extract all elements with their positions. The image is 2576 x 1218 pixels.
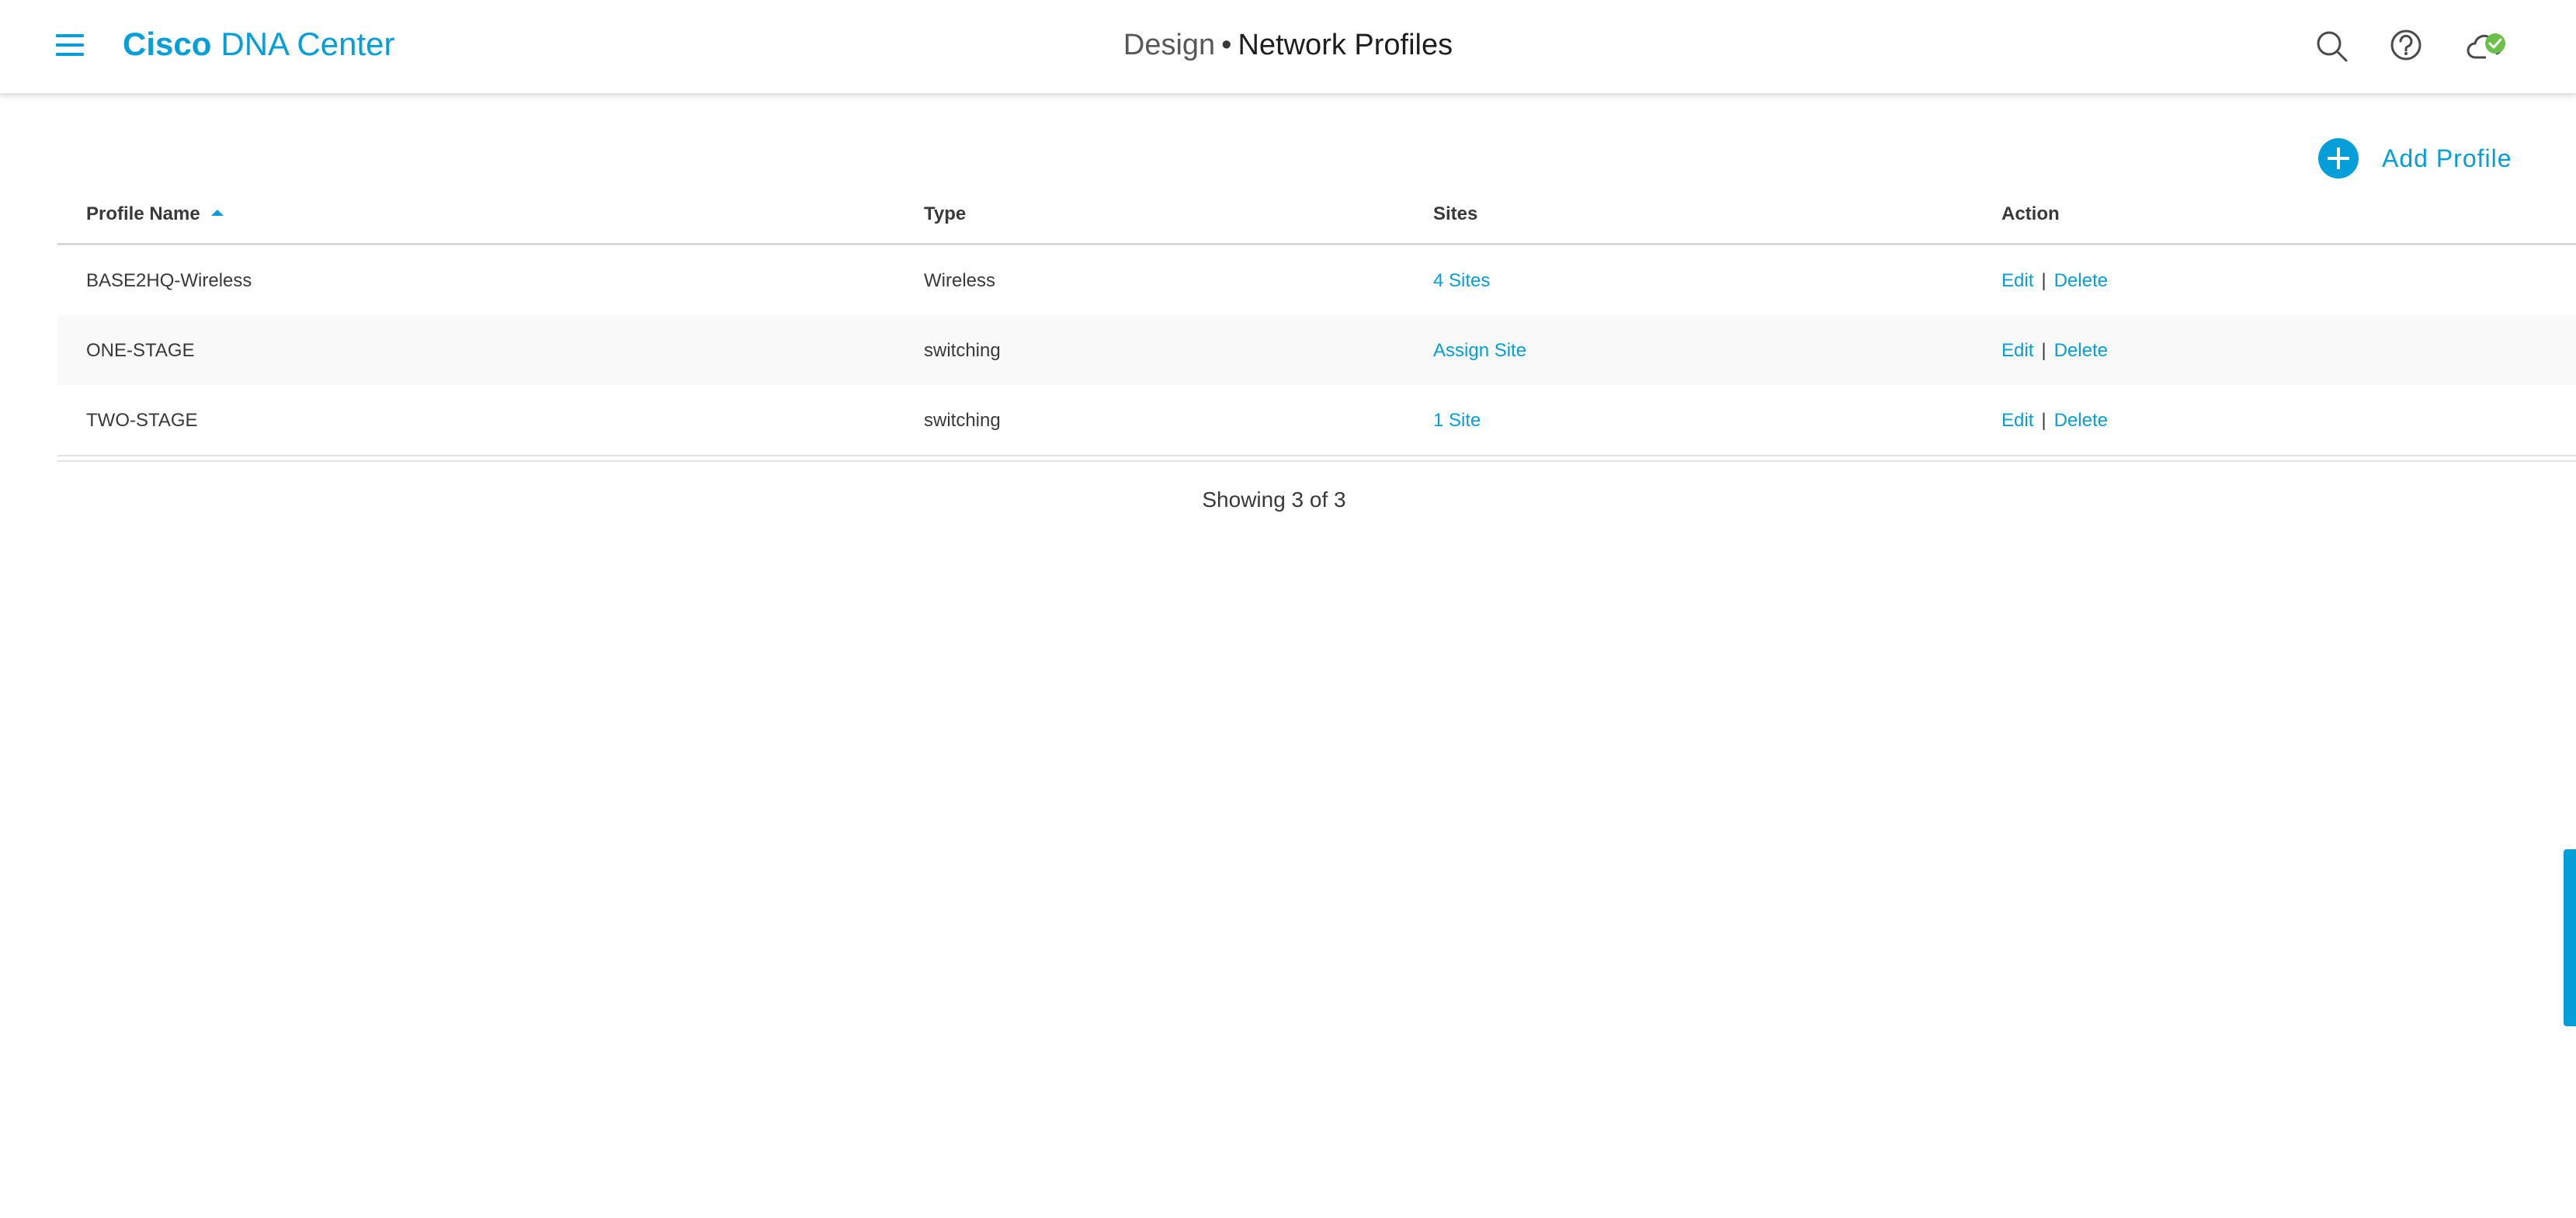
column-header-label: Profile Name: [86, 203, 200, 224]
page-title: Design • Network Profiles: [0, 29, 2576, 62]
table-row: BASE2HQ-Wireless Wireless 4 Sites Edit | D…: [57, 245, 2576, 315]
action-cell: Edit | Delete: [2001, 270, 2108, 292]
profile-name-cell: TWO-STAGE: [86, 410, 198, 431]
action-separator: |: [2041, 270, 2047, 291]
help-icon[interactable]: [2387, 28, 2425, 65]
sites-link[interactable]: 4 Sites: [1433, 270, 1490, 292]
search-icon[interactable]: [2314, 28, 2351, 65]
delete-link[interactable]: Delete: [2054, 410, 2108, 431]
sites-link[interactable]: 1 Site: [1433, 410, 1481, 432]
edit-link[interactable]: Edit: [2001, 410, 2033, 431]
type-cell: switching: [924, 340, 1001, 361]
side-panel-handle[interactable]: [2564, 849, 2576, 1026]
column-header-type[interactable]: Type: [924, 203, 966, 225]
delete-link[interactable]: Delete: [2054, 340, 2108, 361]
type-cell: switching: [924, 410, 1001, 431]
assign-site-link[interactable]: Assign Site: [1433, 340, 1526, 362]
network-profiles-table: Profile Name Type Sites Action BASE2HQ-W…: [57, 191, 2576, 462]
add-profile-button[interactable]: Add Profile: [2318, 138, 2512, 179]
delete-link[interactable]: Delete: [2054, 270, 2108, 291]
action-separator: |: [2041, 410, 2047, 431]
action-cell: Edit | Delete: [2001, 410, 2108, 432]
breadcrumb-section[interactable]: Design: [1123, 29, 1215, 61]
breadcrumb-separator: •: [1221, 29, 1232, 61]
breadcrumb-current: Network Profiles: [1238, 29, 1453, 61]
profile-name-cell: BASE2HQ-Wireless: [86, 270, 252, 291]
table-row: ONE-STAGE switching Assign Site Edit | Del…: [57, 315, 2576, 385]
edit-link[interactable]: Edit: [2001, 270, 2033, 291]
profile-name-cell: ONE-STAGE: [86, 340, 195, 361]
edit-link[interactable]: Edit: [2001, 340, 2033, 361]
column-header-profile-name[interactable]: Profile Name: [86, 203, 224, 225]
sort-ascending-icon: [210, 209, 224, 216]
column-header-sites[interactable]: Sites: [1433, 203, 1477, 225]
plus-circle-icon: [2318, 138, 2359, 179]
type-cell: Wireless: [924, 270, 996, 291]
table-footer-divider: [57, 455, 2576, 462]
cloud-status-icon[interactable]: [2466, 28, 2509, 65]
action-cell: Edit | Delete: [2001, 340, 2108, 362]
table-header: Profile Name Type Sites Action: [57, 191, 2576, 245]
add-profile-label: Add Profile: [2382, 144, 2512, 172]
top-navigation-bar: Cisco DNA Center Design • Network Profiles: [0, 0, 2576, 95]
column-header-action: Action: [2001, 203, 2060, 224]
table-row: TWO-STAGE switching 1 Site Edit | Delete: [57, 385, 2576, 455]
pagination-count: Showing 3 of 3: [1202, 488, 1346, 512]
action-separator: |: [2041, 340, 2047, 361]
